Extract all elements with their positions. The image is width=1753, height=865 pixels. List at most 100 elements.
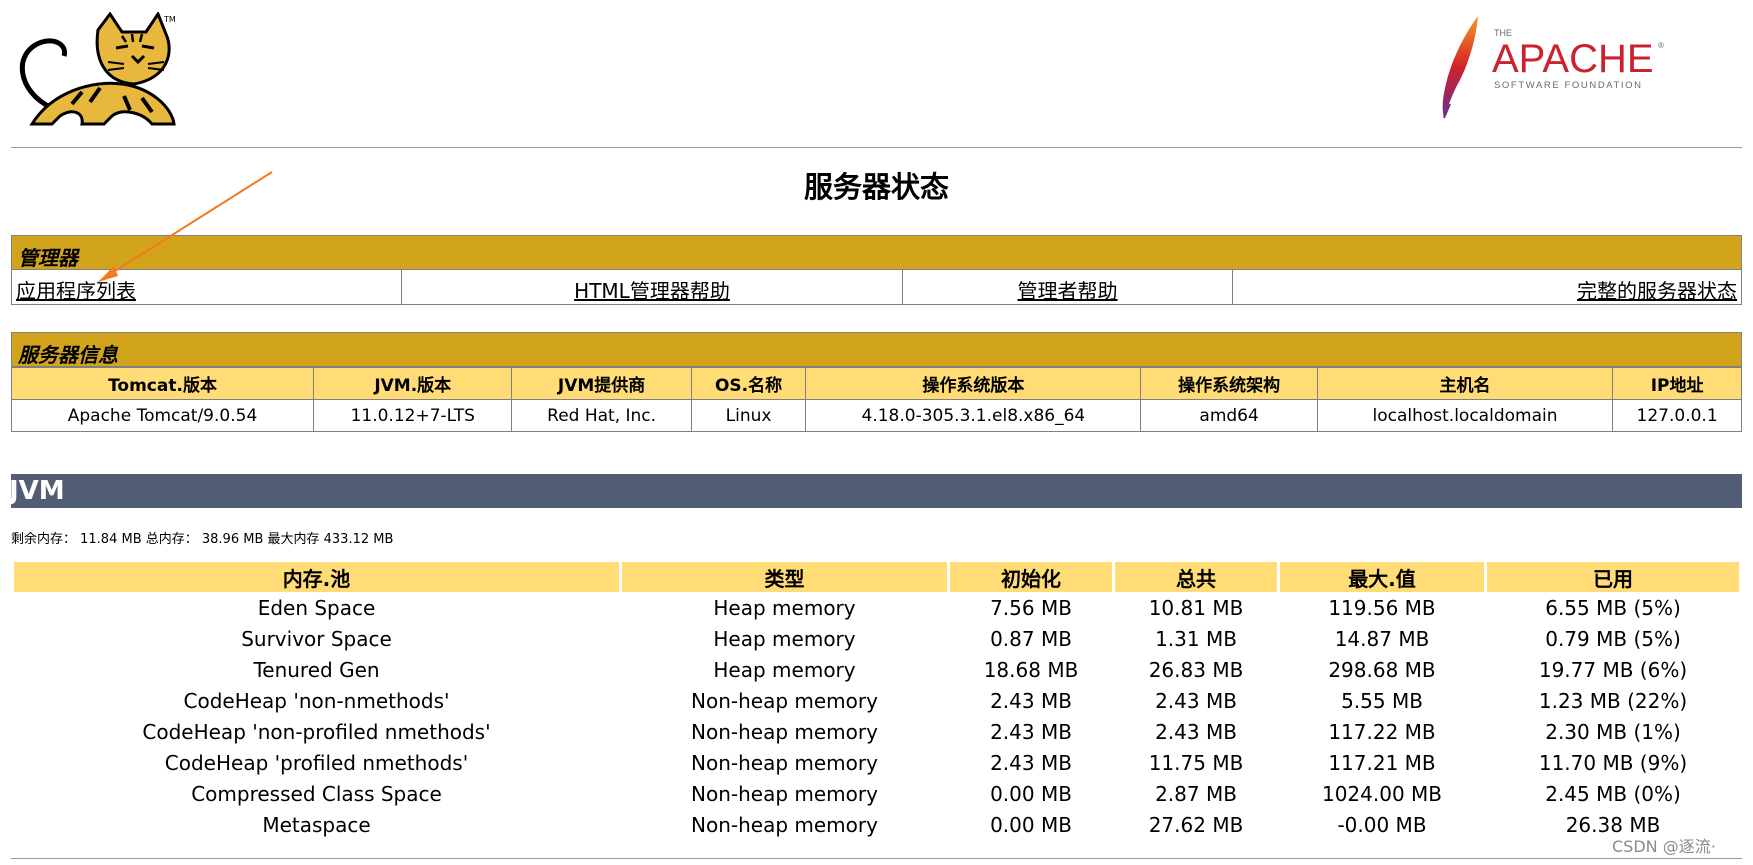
table-row: Survivor Space Heap memory 0.87 MB 1.31 MB 1…: [14, 623, 1739, 654]
complete-server-status-link[interactable]: 完整的服务器状态: [1577, 279, 1737, 303]
server-info-header-row: Tomcat.版本 JVM.版本 JVM提供商 OS.名称 操作系统版本 操作系…: [10, 367, 1742, 400]
table-cell: -0.00 MB: [1337, 812, 1427, 837]
table-cell: Non-heap memory: [691, 812, 878, 837]
column-header: Tomcat.版本: [10, 367, 315, 400]
column-header: 初始化: [950, 562, 1112, 592]
table-cell: 1024.00 MB: [1321, 781, 1443, 806]
table-cell: Non-heap memory: [691, 719, 878, 744]
manager-help-link[interactable]: 管理者帮助: [1018, 279, 1118, 303]
app-list-link[interactable]: 应用程序列表: [16, 279, 136, 303]
table-cell: amd64: [1140, 399, 1318, 432]
svg-text:TM: TM: [163, 15, 176, 24]
table-cell: Heap memory: [713, 657, 856, 682]
column-header: 内存.池: [14, 562, 619, 592]
table-cell: 5.55 MB: [1341, 688, 1423, 713]
tomcat-logo-icon[interactable]: TM: [12, 12, 182, 132]
table-cell: 0.87 MB: [990, 626, 1072, 651]
server-info-value-row: Apache Tomcat/9.0.54 11.0.12+7-LTS Red H…: [10, 399, 1742, 432]
table-cell: 11.70 MB (9%): [1538, 750, 1688, 775]
table-row: Metaspace Non-heap memory 0.00 MB 27.62 MB -…: [14, 809, 1739, 840]
table-cell: Non-heap memory: [691, 750, 878, 775]
table-cell: Survivor Space: [241, 626, 392, 651]
manager-cell-full-status: 完整的服务器状态: [1233, 270, 1741, 304]
table-cell: Eden Space: [257, 595, 376, 620]
column-header: 已用: [1487, 562, 1739, 592]
table-cell: 2.30 MB (1%): [1545, 719, 1681, 744]
table-row: CodeHeap 'non-nmethods' Non-heap memory 2.…: [14, 685, 1739, 716]
memory-summary: 剩余内存： 11.84 MB 总内存： 38.96 MB 最大内存 433.12…: [11, 532, 394, 547]
table-cell: 298.68 MB: [1328, 657, 1436, 682]
table-cell: 2.45 MB (0%): [1545, 781, 1681, 806]
table-cell: 2.43 MB: [990, 688, 1072, 713]
table-cell: 127.0.0.1: [1612, 399, 1742, 432]
table-cell: localhost.localdomain: [1316, 399, 1614, 432]
table-cell: 7.56 MB: [990, 595, 1072, 620]
manager-section-header: 管理器: [11, 235, 1742, 270]
table-cell: 11.75 MB: [1148, 750, 1244, 775]
jvm-section-header: JVM: [9, 474, 1742, 508]
table-row: CodeHeap 'non-profiled nmethods' Non-heap…: [14, 716, 1739, 747]
svg-text:SOFTWARE FOUNDATION: SOFTWARE FOUNDATION: [1494, 80, 1643, 91]
apache-logo-icon[interactable]: THE APACHE ® SOFTWARE FOUNDATION: [1436, 14, 1696, 124]
column-header: 最大.值: [1280, 562, 1484, 592]
jvm-title: JVM: [9, 476, 65, 506]
table-cell: 2.87 MB: [1155, 781, 1237, 806]
page-title: 服务器状态: [803, 170, 949, 204]
server-info-table: Tomcat.版本 JVM.版本 JVM提供商 OS.名称 操作系统版本 操作系…: [10, 367, 1742, 432]
watermark: CSDN @逐流·: [1612, 837, 1716, 856]
table-cell: Non-heap memory: [691, 688, 878, 713]
column-header: 类型: [622, 562, 947, 592]
table-row: Compressed Class Space Non-heap memory 0.0…: [14, 778, 1739, 809]
table-row: CodeHeap 'profiled nmethods' Non-heap mem…: [14, 747, 1739, 778]
column-header: 主机名: [1316, 367, 1614, 400]
table-row: Eden Space Heap memory 7.56 MB 10.81 MB 119.…: [14, 592, 1739, 623]
page-header: TM THE APACHE ® SOFTWARE FOUNDATION: [0, 0, 1753, 148]
header-divider: [11, 147, 1742, 148]
table-cell: 26.83 MB: [1148, 657, 1244, 682]
table-cell: 6.55 MB (5%): [1545, 595, 1681, 620]
table-cell: 19.77 MB (6%): [1538, 657, 1688, 682]
table-cell: Metaspace: [262, 812, 371, 837]
html-manager-help-link[interactable]: HTML管理器帮助: [574, 279, 730, 303]
table-cell: Apache Tomcat/9.0.54: [10, 399, 315, 432]
table-cell: 2.43 MB: [1155, 688, 1237, 713]
footer-divider: [11, 858, 1742, 859]
column-header: IP地址: [1612, 367, 1742, 400]
table-cell: 14.87 MB: [1334, 626, 1430, 651]
table-cell: Heap memory: [713, 626, 856, 651]
table-cell: Red Hat, Inc.: [511, 399, 692, 432]
column-header: JVM.版本: [313, 367, 513, 400]
table-row: Tenured Gen Heap memory 18.68 MB 26.83 MB 29…: [14, 654, 1739, 685]
column-header: OS.名称: [690, 367, 807, 400]
server-info-section-header: 服务器信息: [11, 332, 1742, 367]
table-cell: 1.31 MB: [1155, 626, 1237, 651]
memory-pool-body: Eden Space Heap memory 7.56 MB 10.81 MB 119.…: [14, 592, 1739, 840]
column-header: 操作系统架构: [1140, 367, 1318, 400]
column-header: 操作系统版本: [805, 367, 1142, 400]
manager-cell-html-help: HTML管理器帮助: [402, 270, 903, 304]
table-cell: 4.18.0-305.3.1.el8.x86_64: [805, 399, 1142, 432]
table-cell: 11.0.12+7-LTS: [313, 399, 513, 432]
table-cell: 27.62 MB: [1148, 812, 1244, 837]
manager-cell-apps: 应用程序列表: [12, 270, 402, 304]
table-cell: 0.00 MB: [990, 781, 1072, 806]
table-cell: CodeHeap 'profiled nmethods': [164, 750, 469, 775]
manager-cell-manager-help: 管理者帮助: [903, 270, 1233, 304]
memory-pool-header-row: 内存.池 类型 初始化 总共 最大.值 已用: [14, 562, 1739, 592]
server-info-section: 服务器信息 Tomcat.版本 JVM.版本 JVM提供商 OS.名称 操作系统…: [10, 332, 1742, 432]
table-cell: 119.56 MB: [1328, 595, 1436, 620]
table-cell: 1.23 MB (22%): [1538, 688, 1688, 713]
table-cell: 2.43 MB: [1155, 719, 1237, 744]
table-cell: Non-heap memory: [691, 781, 878, 806]
table-cell: 2.43 MB: [990, 750, 1072, 775]
table-cell: 2.43 MB: [990, 719, 1072, 744]
table-cell: Heap memory: [713, 595, 856, 620]
column-header: JVM提供商: [511, 367, 692, 400]
table-cell: Compressed Class Space: [191, 781, 442, 806]
manager-links-row: 应用程序列表 HTML管理器帮助 管理者帮助 完整的服务器状态: [11, 270, 1742, 305]
column-header: 总共: [1115, 562, 1277, 592]
svg-text:®: ®: [1658, 41, 1664, 50]
table-cell: 18.68 MB: [983, 657, 1079, 682]
svg-text:APACHE: APACHE: [1492, 37, 1654, 81]
table-cell: CodeHeap 'non-nmethods': [183, 688, 450, 713]
